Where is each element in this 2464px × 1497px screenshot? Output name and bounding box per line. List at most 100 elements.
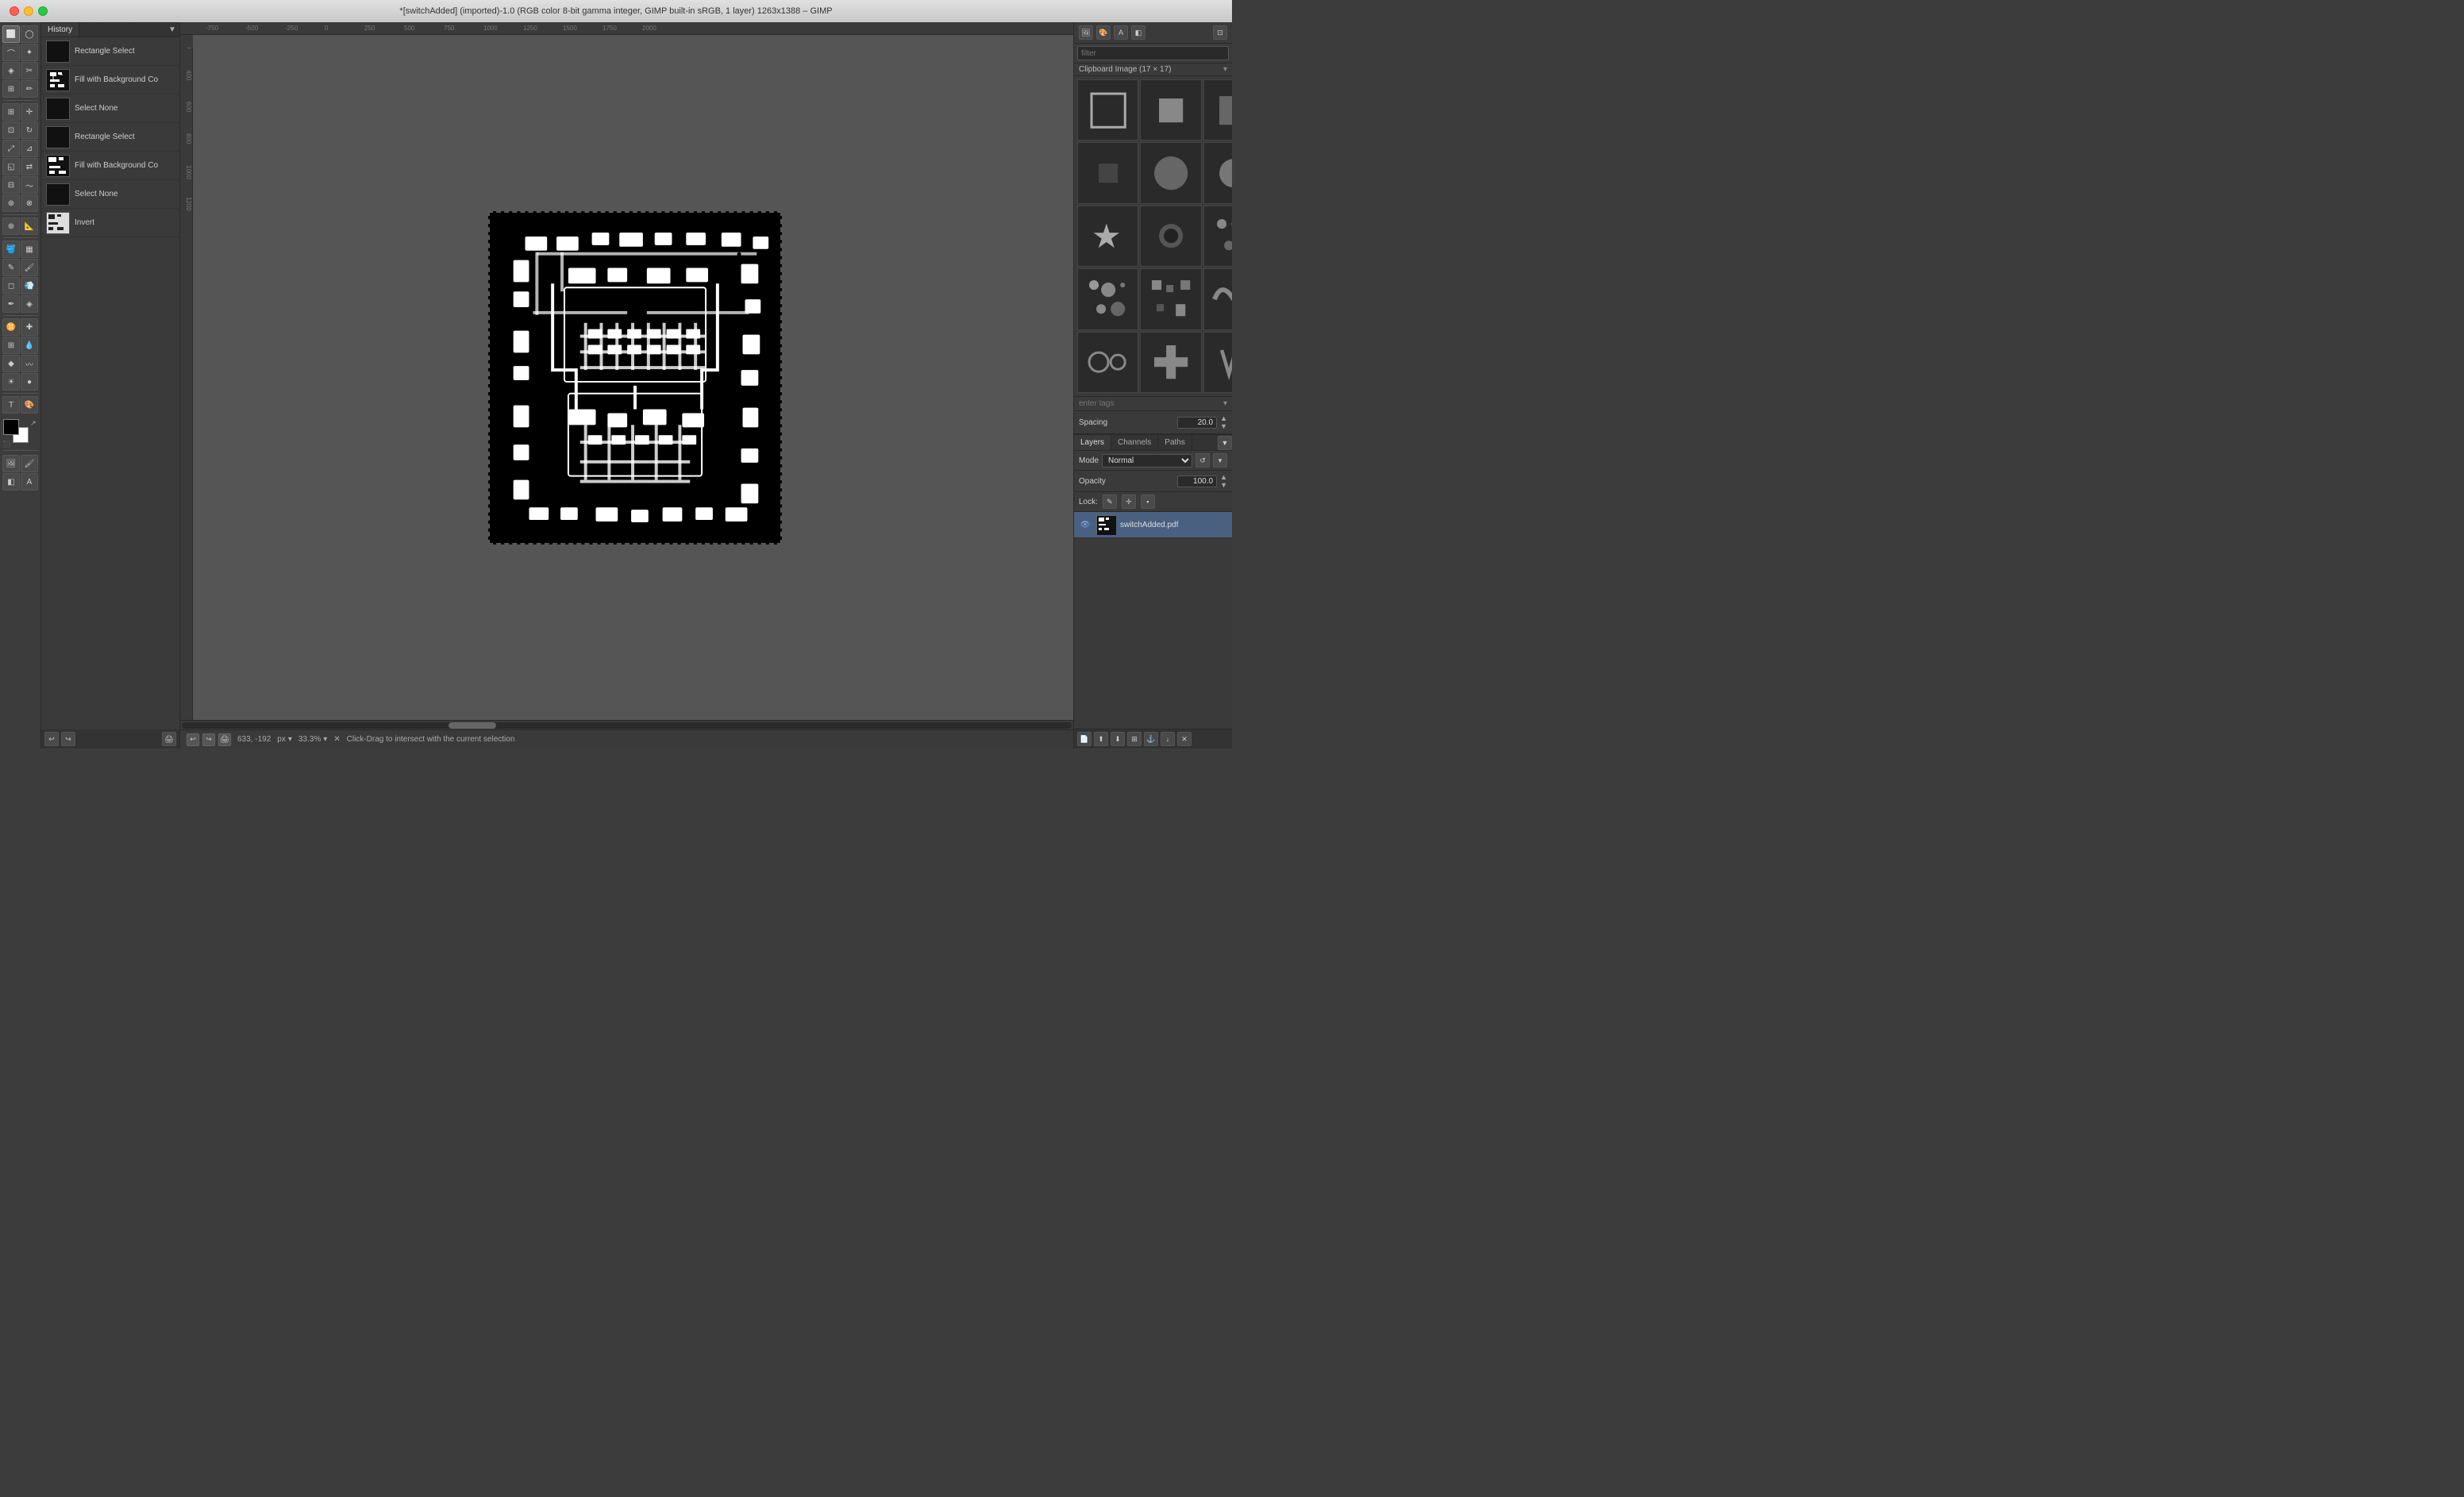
zoom-mode[interactable]: ✕: [333, 735, 340, 744]
channels-tab[interactable]: Channels: [1111, 435, 1158, 450]
brush-cell-17[interactable]: [1077, 332, 1138, 393]
clipboard-dropdown[interactable]: ▾: [1223, 65, 1227, 74]
ink-tool[interactable]: ✒: [2, 295, 20, 313]
layers-panel-menu[interactable]: ▼: [1218, 436, 1232, 450]
handle-transform-tool[interactable]: ⊗: [21, 194, 38, 212]
clone-tool[interactable]: ♊: [2, 318, 20, 336]
lock-position-button[interactable]: ✛: [1122, 495, 1136, 509]
burn-tool[interactable]: ●: [21, 373, 38, 391]
undo-button[interactable]: ↩: [44, 732, 59, 746]
anchor-layer-button[interactable]: ⚓: [1144, 732, 1158, 746]
new-layer-button[interactable]: 📄: [1077, 732, 1091, 746]
duplicate-layer-button[interactable]: ⊞: [1127, 732, 1142, 746]
brush-cell-1[interactable]: [1077, 79, 1138, 140]
zoom-tool[interactable]: ⊕: [2, 217, 20, 235]
move-tool[interactable]: ✛: [21, 103, 38, 121]
rotate-tool[interactable]: ↻: [21, 121, 38, 139]
minimize-button[interactable]: [24, 6, 33, 16]
delete-layer-button[interactable]: ✕: [1177, 732, 1192, 746]
paths-tab[interactable]: Paths: [1158, 435, 1192, 450]
swap-colors-button[interactable]: ↗: [30, 419, 37, 428]
brush-cell-6[interactable]: [1140, 142, 1201, 203]
layers-tab[interactable]: Layers: [1074, 435, 1111, 450]
rp-images-button[interactable]: 🖼: [1079, 25, 1093, 40]
lock-alpha-button[interactable]: ▪: [1141, 495, 1155, 509]
foreground-color-swatch[interactable]: [3, 419, 19, 435]
history-refresh-button[interactable]: 🖨: [162, 732, 176, 746]
rp-text-button[interactable]: A: [1114, 25, 1128, 40]
by-color-select-tool[interactable]: ◈: [2, 62, 20, 79]
h-scroll-track[interactable]: [182, 722, 1072, 729]
history-item-rectangle-select-1[interactable]: Rectangle Select: [41, 37, 179, 66]
rp-patterns-button[interactable]: ◧: [1131, 25, 1145, 40]
history-tab[interactable]: History: [41, 23, 79, 37]
lock-pixels-button[interactable]: ✎: [1103, 495, 1117, 509]
brush-cell-14[interactable]: [1140, 268, 1201, 329]
blur-tool[interactable]: 💧: [21, 337, 38, 354]
brush-cell-13[interactable]: [1077, 268, 1138, 329]
images-button[interactable]: 🖼: [2, 455, 20, 472]
brush-cell-11[interactable]: [1203, 206, 1232, 267]
flip-tool[interactable]: ⇄: [21, 158, 38, 175]
history-item-select-none-1[interactable]: Select None: [41, 94, 179, 123]
crop-tool[interactable]: ⊡: [2, 121, 20, 139]
brush-cell-3[interactable]: [1203, 79, 1232, 140]
brush-cell-10[interactable]: [1140, 206, 1201, 267]
rectangle-select-tool[interactable]: ⬜: [2, 25, 20, 43]
smudge-tool[interactable]: 〰: [21, 355, 38, 372]
reset-colors-button[interactable]: ⬛: [3, 441, 11, 448]
history-item-fill-bg-2[interactable]: Fill with Background Co: [41, 152, 179, 180]
merge-layers-button[interactable]: ↓: [1161, 732, 1175, 746]
cage-tool[interactable]: ⊟: [2, 176, 20, 194]
brush-cell-18[interactable]: [1140, 332, 1201, 393]
scale-tool[interactable]: ⤢: [2, 140, 20, 157]
redo-button[interactable]: ↪: [61, 732, 75, 746]
lower-layer-button[interactable]: ⬇: [1111, 732, 1125, 746]
eraser-tool[interactable]: ◻: [2, 277, 20, 294]
ellipse-select-tool[interactable]: ◯: [21, 25, 38, 43]
scissors-tool[interactable]: ✂: [21, 62, 38, 79]
redo-nav-button[interactable]: ↪: [202, 733, 215, 746]
perspective-clone-tool[interactable]: ⊞: [2, 337, 20, 354]
colorize-tool[interactable]: 🎨: [21, 396, 38, 414]
close-button[interactable]: [10, 6, 19, 16]
h-scroll-thumb[interactable]: [449, 722, 496, 729]
warp-tool[interactable]: 〜: [21, 176, 38, 194]
shear-tool[interactable]: ⊿: [21, 140, 38, 157]
spacing-input[interactable]: [1177, 417, 1217, 429]
tags-dropdown-icon[interactable]: ▾: [1223, 399, 1227, 408]
print-button[interactable]: 🖨: [218, 733, 231, 746]
perspective-tool[interactable]: ◱: [2, 158, 20, 175]
brush-filter-input[interactable]: [1077, 46, 1229, 60]
brush-cell-5[interactable]: [1077, 142, 1138, 203]
brush-cell-7[interactable]: [1203, 142, 1232, 203]
fonts-button[interactable]: A: [21, 473, 38, 491]
rp-maximize-button[interactable]: ⊡: [1213, 25, 1227, 40]
opacity-input[interactable]: [1177, 475, 1217, 487]
history-item-select-none-2[interactable]: Select None: [41, 180, 179, 209]
dodge-tool[interactable]: ☀: [2, 373, 20, 391]
fuzzy-select-tool[interactable]: ✦: [21, 44, 38, 61]
mode-reset-button[interactable]: ↺: [1195, 453, 1210, 468]
raise-layer-button[interactable]: ⬆: [1094, 732, 1108, 746]
opacity-up-button[interactable]: ▲: [1220, 473, 1227, 481]
layer-visibility-icon[interactable]: 👁: [1079, 518, 1091, 531]
history-panel-menu[interactable]: ▼: [165, 23, 179, 37]
align-tool[interactable]: ⊞: [2, 103, 20, 121]
history-item-fill-bg-1[interactable]: Fill with Background Co: [41, 66, 179, 94]
unit-dropdown-icon[interactable]: ▾: [288, 735, 292, 744]
mode-options-button[interactable]: ▾: [1213, 453, 1227, 468]
mypaint-tool[interactable]: ◈: [21, 295, 38, 313]
pencil-tool[interactable]: ✎: [2, 259, 20, 276]
undo-nav-button[interactable]: ↩: [187, 733, 199, 746]
unified-transform-tool[interactable]: ⊕: [2, 194, 20, 212]
paintbrush-tool[interactable]: 🖌: [21, 259, 38, 276]
brush-cell-19[interactable]: [1203, 332, 1232, 393]
horizontal-scrollbar[interactable]: [180, 720, 1073, 729]
spacing-down-button[interactable]: ▼: [1220, 422, 1227, 430]
foreground-select-tool[interactable]: ⊞: [2, 80, 20, 98]
blend-tool[interactable]: ▦: [21, 241, 38, 258]
brush-cell-9[interactable]: ★: [1077, 206, 1138, 267]
zoom-selector[interactable]: 33.3% ▾: [298, 735, 327, 744]
canvas-wrapper[interactable]: 200 400 600 800 1000 1200: [180, 35, 1073, 720]
